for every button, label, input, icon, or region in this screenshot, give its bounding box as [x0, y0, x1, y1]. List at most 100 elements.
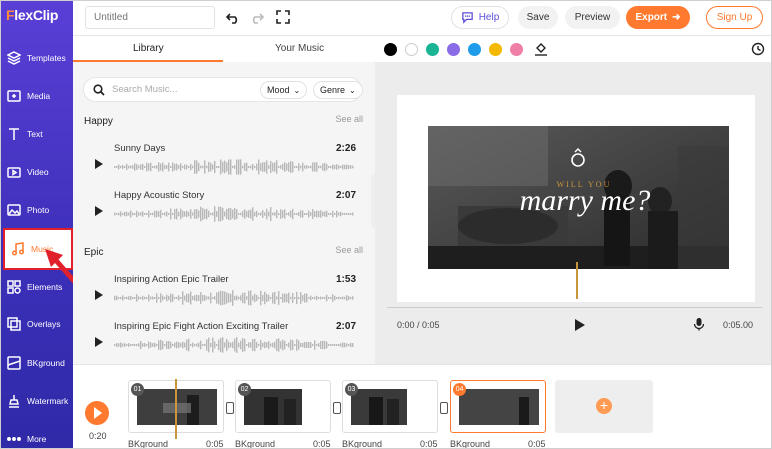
sidebar-item-overlays[interactable]: Overlays — [1, 306, 73, 342]
waveform-bar — [142, 295, 144, 301]
waveform-bar — [278, 338, 280, 352]
export-button[interactable]: Export ➜ — [626, 6, 690, 29]
sidebar-item-photo[interactable]: Photo — [1, 192, 73, 228]
signup-button[interactable]: Sign Up — [706, 6, 763, 29]
sidebar-item-video[interactable]: Video — [1, 154, 73, 190]
waveform-bar — [184, 164, 186, 170]
redo-icon[interactable] — [250, 10, 265, 24]
waveform-bar — [192, 296, 194, 300]
transition-icon[interactable] — [226, 402, 234, 414]
timeline-play-button[interactable] — [85, 401, 109, 425]
waveform-bar — [182, 341, 184, 349]
color-swatch-pink[interactable] — [510, 43, 523, 56]
waveform-bar — [140, 164, 142, 170]
waveform-bar — [346, 212, 348, 216]
clock-icon[interactable] — [751, 42, 765, 56]
add-clip-button[interactable]: + — [555, 380, 653, 433]
tab-library[interactable]: Library — [133, 43, 164, 54]
undo-icon[interactable] — [225, 10, 240, 24]
genre-dropdown[interactable]: Genre ⌄ — [313, 81, 363, 99]
play-icon[interactable] — [95, 206, 103, 216]
save-button[interactable]: Save — [518, 6, 558, 29]
timeline-clip[interactable]: 02 — [235, 380, 331, 433]
paint-bucket-icon[interactable] — [534, 42, 548, 56]
canvas-playhead[interactable] — [576, 262, 578, 299]
microphone-icon[interactable] — [693, 317, 705, 331]
waveform-bar — [348, 344, 350, 346]
track-item[interactable]: Inspiring Epic Fight Action Exciting Tra… — [73, 321, 375, 367]
waveform-bar — [172, 344, 174, 346]
project-title-input[interactable] — [85, 6, 215, 29]
see-all-happy-link[interactable]: See all — [335, 114, 363, 124]
flexclip-logo[interactable]: FlexClip — [6, 7, 58, 23]
play-icon[interactable] — [95, 290, 103, 300]
timeline-clip[interactable]: 03 — [342, 380, 438, 433]
waveform-bar — [312, 209, 314, 219]
waveform-bar — [192, 212, 194, 216]
waveform-bar — [216, 344, 218, 346]
waveform-bar — [338, 343, 340, 347]
progress-track[interactable] — [387, 307, 762, 308]
waveform-bar — [166, 294, 168, 302]
waveform-bar — [340, 166, 342, 168]
waveform-bar — [166, 211, 168, 217]
tab-your-music[interactable]: Your Music — [275, 43, 324, 54]
mood-dropdown[interactable]: Mood ⌄ — [260, 81, 308, 99]
track-item[interactable]: Happy Acoustic Story 2:07 — [73, 190, 375, 236]
mood-label: Mood — [267, 85, 290, 95]
music-search-bar[interactable]: Search Music... Mood ⌄ Genre ⌄ — [83, 77, 363, 102]
waveform-bar — [242, 292, 244, 304]
color-swatch-purple[interactable] — [447, 43, 460, 56]
preview-button[interactable]: Preview — [565, 6, 620, 29]
waveform-bar — [206, 339, 208, 351]
color-swatch-white[interactable] — [405, 43, 418, 56]
waveform-bar — [180, 163, 182, 171]
see-all-epic-link[interactable]: See all — [335, 245, 363, 255]
play-icon[interactable] — [575, 319, 585, 331]
color-swatch-blue[interactable] — [468, 43, 481, 56]
waveform-bar — [280, 341, 282, 349]
waveform-bar — [336, 210, 338, 218]
waveform-bar — [292, 340, 294, 350]
waveform-bar — [270, 343, 272, 347]
play-icon[interactable] — [95, 159, 103, 169]
color-swatch-black[interactable] — [384, 43, 397, 56]
search-input[interactable]: Search Music... — [112, 84, 177, 95]
waveform-bar — [154, 210, 156, 218]
video-preview[interactable]: WILL YOU marry me? — [428, 126, 729, 269]
color-swatch-teal[interactable] — [426, 43, 439, 56]
clip-duration: 0:05 — [420, 439, 438, 449]
genre-label: Genre — [320, 85, 346, 95]
sidebar-item-media[interactable]: Media — [1, 78, 73, 114]
help-button[interactable]: Help — [451, 6, 509, 29]
sidebar-item-text[interactable]: Text — [1, 116, 73, 152]
waveform-bar — [208, 296, 210, 300]
color-swatch-yellow[interactable] — [489, 43, 502, 56]
waveform-bar — [266, 293, 268, 303]
play-icon[interactable] — [95, 337, 103, 347]
sidebar-item-bkground[interactable]: BKground — [1, 345, 73, 381]
transition-icon[interactable] — [440, 402, 448, 414]
waveform-bar — [282, 163, 284, 171]
sidebar-item-more[interactable]: More — [1, 421, 73, 448]
waveform-bar — [138, 165, 140, 169]
waveform-bar — [186, 293, 188, 303]
waveform-bar — [142, 163, 144, 171]
waveform-bar — [302, 342, 304, 348]
waveform-bar — [136, 210, 138, 218]
timeline-playhead[interactable] — [175, 379, 177, 439]
overlay-title: marry me? — [519, 184, 651, 217]
track-item[interactable]: Inspiring Action Epic Trailer 1:53 — [73, 274, 375, 320]
fullscreen-icon[interactable] — [276, 10, 290, 24]
waveform-bar — [248, 210, 250, 218]
sidebar-item-templates[interactable]: Templates — [1, 40, 73, 76]
waveform-bar — [266, 208, 268, 220]
track-item[interactable]: Sunny Days 2:26 — [73, 143, 375, 189]
sidebar-item-watermark[interactable]: Watermark — [1, 383, 73, 419]
waveform-bar — [308, 297, 310, 299]
transition-icon[interactable] — [333, 402, 341, 414]
timeline-clip-selected[interactable]: 04 — [450, 380, 546, 433]
waveform-bar — [242, 338, 244, 352]
waveform-bar — [160, 293, 162, 303]
waveform-bar — [246, 162, 248, 172]
